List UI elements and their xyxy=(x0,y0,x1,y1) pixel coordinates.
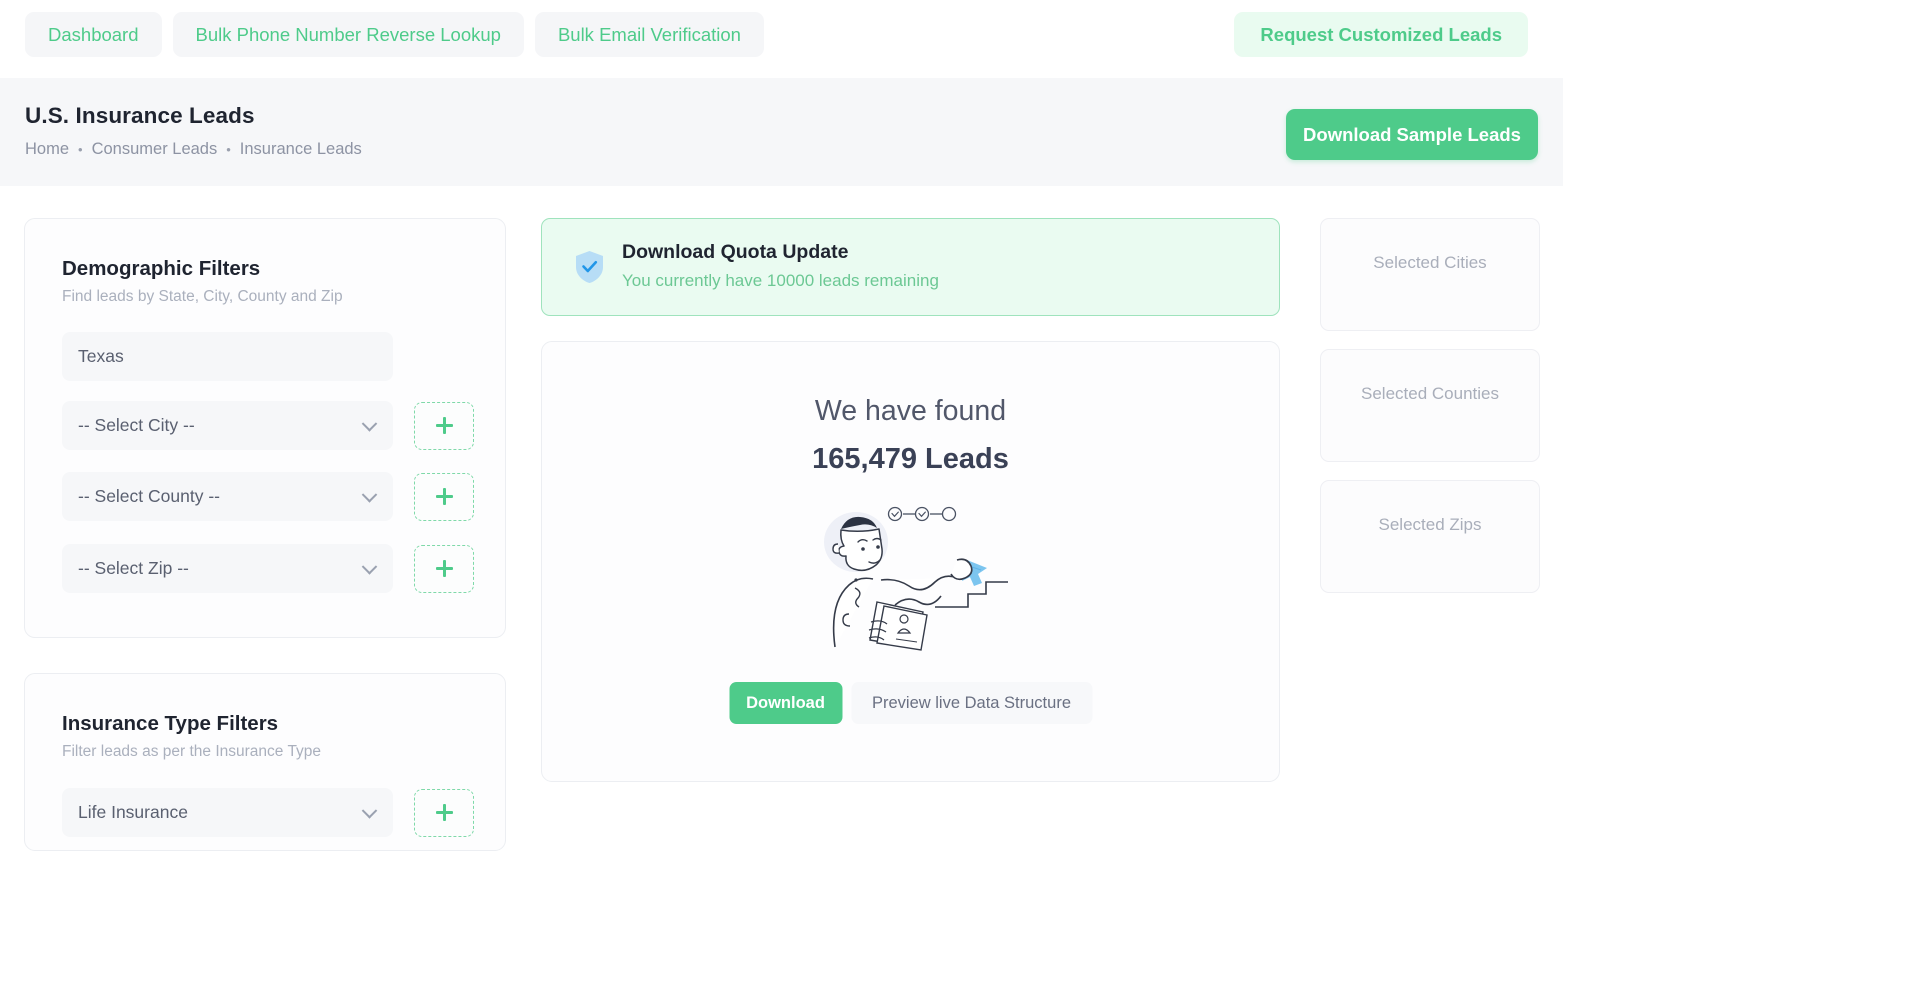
breadcrumb-separator-icon: • xyxy=(226,142,231,157)
breadcrumb-item-consumer-leads[interactable]: Consumer Leads xyxy=(92,140,218,159)
select-county-value: -- Select County -- xyxy=(78,486,220,506)
zip-field-row: -- Select Zip -- xyxy=(62,544,474,593)
panel-selected-zips[interactable]: Selected Zips xyxy=(1320,480,1540,593)
insurance-type-field-row: Life Insurance xyxy=(62,788,474,837)
add-county-button[interactable] xyxy=(414,472,474,521)
panel-selected-cities[interactable]: Selected Cities xyxy=(1320,218,1540,331)
insurance-filters-subtitle: Filter leads as per the Insurance Type xyxy=(62,743,322,760)
select-city[interactable]: -- Select City -- xyxy=(62,401,393,450)
panel-selected-cities-label: Selected Cities xyxy=(1373,253,1487,272)
nav-dashboard[interactable]: Dashboard xyxy=(25,12,162,57)
city-field-row: -- Select City -- xyxy=(62,401,474,450)
state-field-row: Texas xyxy=(62,332,393,381)
found-label: We have found xyxy=(814,395,1007,427)
breadcrumb: Home • Consumer Leads • Insurance Leads xyxy=(25,140,362,159)
state-input[interactable]: Texas xyxy=(62,332,393,381)
chevron-down-icon xyxy=(361,486,378,503)
leads-result-card: We have found 165,479 Leads Download Pre… xyxy=(541,341,1280,782)
download-sample-leads-button[interactable]: Download Sample Leads xyxy=(1286,109,1538,160)
add-zip-button[interactable] xyxy=(414,544,474,593)
chevron-down-icon xyxy=(361,802,378,819)
top-nav-links: Dashboard Bulk Phone Number Reverse Look… xyxy=(25,12,764,57)
page-title: U.S. Insurance Leads xyxy=(25,103,255,128)
top-nav-cta-wrap: Request Customized Leads xyxy=(1234,12,1528,57)
shield-check-icon xyxy=(576,251,603,283)
plus-icon xyxy=(435,417,453,434)
nav-bulk-phone-lookup[interactable]: Bulk Phone Number Reverse Lookup xyxy=(172,12,524,57)
panel-selected-counties-label: Selected Counties xyxy=(1361,384,1499,403)
panel-selected-counties[interactable]: Selected Counties xyxy=(1320,349,1540,462)
breadcrumb-separator-icon: • xyxy=(78,142,83,157)
demographic-filters-title: Demographic Filters xyxy=(62,257,261,280)
demographic-filters-card: Demographic Filters Find leads by State,… xyxy=(24,218,506,638)
select-county[interactable]: -- Select County -- xyxy=(62,472,393,521)
select-zip[interactable]: -- Select Zip -- xyxy=(62,544,393,593)
plus-icon xyxy=(435,488,453,505)
panel-selected-zips-label: Selected Zips xyxy=(1378,515,1482,534)
nav-bulk-email-verification[interactable]: Bulk Email Verification xyxy=(534,12,764,57)
county-field-row: -- Select County -- xyxy=(62,472,474,521)
plus-icon xyxy=(435,804,453,821)
top-navigation-bar: Dashboard Bulk Phone Number Reverse Look… xyxy=(0,0,1920,70)
select-zip-value: -- Select Zip -- xyxy=(78,558,189,578)
request-customized-leads-button[interactable]: Request Customized Leads xyxy=(1234,12,1528,57)
plus-icon xyxy=(435,560,453,577)
chevron-down-icon xyxy=(361,558,378,575)
download-quota-banner: Download Quota Update You currently have… xyxy=(541,218,1280,316)
select-city-value: -- Select City -- xyxy=(78,415,195,435)
state-input-value: Texas xyxy=(78,346,124,366)
breadcrumb-item-home[interactable]: Home xyxy=(25,140,69,159)
add-city-button[interactable] xyxy=(414,401,474,450)
chevron-down-icon xyxy=(361,415,378,432)
insurance-type-filters-card: Insurance Type Filters Filter leads as p… xyxy=(24,673,506,851)
demographic-filters-heading: Demographic Filters Find leads by State,… xyxy=(62,257,343,306)
select-insurance-type-value: Life Insurance xyxy=(78,802,188,822)
result-actions: Download Preview live Data Structure xyxy=(729,682,1092,724)
insurance-filters-title: Insurance Type Filters xyxy=(62,712,279,735)
quota-banner-message: You currently have 10000 leads remaining xyxy=(622,271,939,290)
leads-count: 165,479 Leads xyxy=(812,443,1009,475)
breadcrumb-item-insurance-leads: Insurance Leads xyxy=(239,140,362,158)
add-insurance-type-button[interactable] xyxy=(414,788,474,837)
download-button[interactable]: Download xyxy=(729,682,842,724)
preview-data-structure-button[interactable]: Preview live Data Structure xyxy=(851,682,1092,724)
quota-banner-title: Download Quota Update xyxy=(622,241,849,263)
insurance-filters-heading: Insurance Type Filters Filter leads as p… xyxy=(62,712,321,761)
person-with-documents-illustration xyxy=(823,506,1008,651)
select-insurance-type[interactable]: Life Insurance xyxy=(62,788,393,837)
demographic-filters-subtitle: Find leads by State, City, County and Zi… xyxy=(62,288,343,305)
